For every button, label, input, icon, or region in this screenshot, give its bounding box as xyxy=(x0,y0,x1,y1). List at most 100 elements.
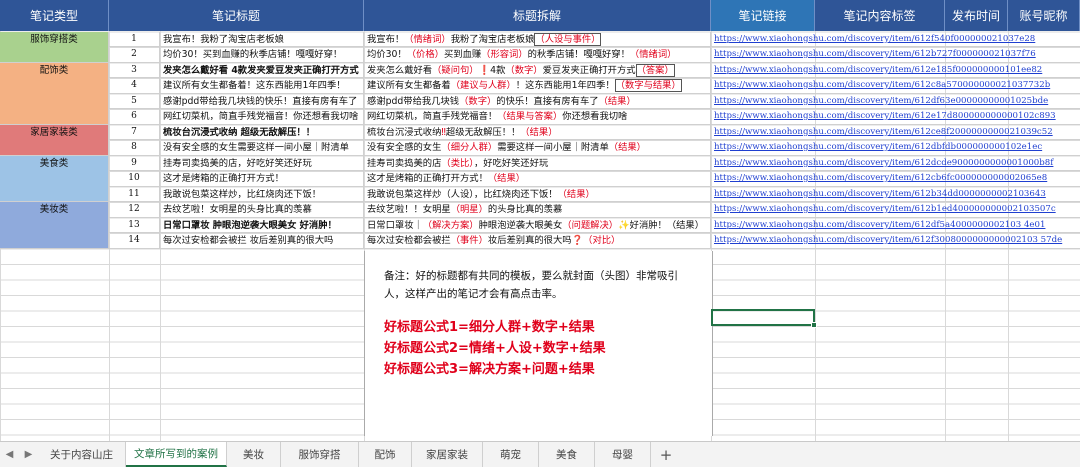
note-link[interactable]: https://www.xiaohongshu.com/discovery/it… xyxy=(711,125,1080,140)
note-title-cell[interactable]: 发夹怎么戴好看 4款发夹爱豆发夹正确打开方式 xyxy=(160,62,364,78)
note-link[interactable]: https://www.xiaohongshu.com/discovery/it… xyxy=(711,32,1080,47)
row-number[interactable]: 1 xyxy=(109,31,160,47)
note-link[interactable]: https://www.xiaohongshu.com/discovery/it… xyxy=(711,94,1080,109)
sheet-tab[interactable]: 萌宠 xyxy=(483,442,539,467)
breakdown-segment: 的秋季店铺！嘎嘎好穿！ xyxy=(527,49,630,60)
title-breakdown-cell[interactable]: 均价30！（价格）买到血赚（形容词）的秋季店铺！嘎嘎好穿！（情绪词） xyxy=(364,47,711,63)
note-title-cell[interactable]: 我宣布！我粉了淘宝店老板娘 xyxy=(160,31,364,47)
breakdown-segment: ❗ xyxy=(478,64,491,76)
row-number[interactable]: 10 xyxy=(109,171,160,187)
header-note-type: 笔记类型 xyxy=(0,0,109,31)
category-cell[interactable]: 美妆类 xyxy=(0,202,109,249)
active-cell-selection[interactable] xyxy=(711,309,817,328)
header-note-title: 笔记标题 xyxy=(109,0,364,31)
note-title-cell[interactable]: 我敢说包菜这样炒，比红烧肉还下饭！ xyxy=(160,186,364,202)
breakdown-segment: 感谢pdd带给我几块钱 xyxy=(367,95,460,107)
tab-scroll-left-icon[interactable]: ◀ xyxy=(0,442,19,467)
row-number[interactable]: 14 xyxy=(109,233,160,249)
header-title-breakdown: 标题拆解 xyxy=(364,0,711,31)
sheet-tab[interactable]: 美食 xyxy=(539,442,595,467)
row-number[interactable]: 12 xyxy=(109,202,160,218)
title-breakdown-cell[interactable]: 梳妆台沉浸式收纳‼超级无敌解压！！（结果） xyxy=(364,124,711,140)
category-cell[interactable]: 美食类 xyxy=(0,155,109,202)
breakdown-segment: 梳妆台沉浸式收纳 xyxy=(367,126,442,138)
breakdown-segment: （数字） xyxy=(459,95,497,107)
note-title-cell[interactable]: 挂寿司卖捣美的店，好吃好笑还好玩 xyxy=(160,155,364,171)
breakdown-segment: （结果） xyxy=(557,188,595,200)
title-breakdown-cell[interactable]: 感谢pdd带给我几块钱（数字）的快乐！直接有房有车了（结果） xyxy=(364,93,711,109)
breakdown-segment: 超级无敌解压！！ xyxy=(445,126,521,138)
breakdown-segment: （数字） xyxy=(505,64,543,76)
breakdown-segment: ，好吃好笑还好玩 xyxy=(473,157,549,169)
category-cell[interactable]: 家居家装类 xyxy=(0,124,109,156)
sheet-tab[interactable]: 文章所写到的案例 xyxy=(126,442,227,467)
row-number[interactable]: 4 xyxy=(109,78,160,94)
row-number[interactable]: 2 xyxy=(109,47,160,63)
breakdown-segment: 挂寿司卖捣美的店 xyxy=(367,157,442,169)
row-number[interactable]: 5 xyxy=(109,93,160,109)
breakdown-segment: 爱豆发夹正确打开方式 xyxy=(542,64,636,76)
note-link[interactable]: https://www.xiaohongshu.com/discovery/it… xyxy=(711,47,1080,63)
breakdown-segment: 我粉了淘宝店老板娘 xyxy=(450,33,535,45)
note-title-cell[interactable]: 每次过安检都会被拦 妆后差别真的很大吗 xyxy=(160,233,364,249)
tab-scroll-right-icon[interactable]: ▶ xyxy=(19,442,38,467)
note-title-cell[interactable]: 这才是烤箱的正确打开方式！ xyxy=(160,171,364,187)
title-breakdown-cell[interactable]: 发夹怎么戴好看（疑问句）❗4款（数字）爱豆发夹正确打开方式（答案） xyxy=(364,62,711,78)
note-title-cell[interactable]: 梳妆台沉浸式收纳 超级无敌解压！！ xyxy=(160,124,364,140)
title-breakdown-cell[interactable]: 日常口罩妆｜（解决方案）肿眼泡逆袭大眼美女（问题解决）✨好消肿！（结果） xyxy=(364,217,711,233)
note-title-cell[interactable]: 网红切菜机，简直手残党福音！你还想看我切啥 xyxy=(160,109,364,125)
breakdown-segment: （形容词） xyxy=(481,49,528,60)
title-breakdown-cell[interactable]: 没有安全感的女生（细分人群）需要这样一间小屋｜附清单（结果） xyxy=(364,140,711,156)
note-link[interactable]: https://www.xiaohongshu.com/discovery/it… xyxy=(711,187,1080,202)
note-link[interactable]: https://www.xiaohongshu.com/discovery/it… xyxy=(711,202,1080,218)
title-breakdown-cell[interactable]: 我宣布！（情绪词）我粉了淘宝店老板娘（人设与事件） xyxy=(364,31,711,47)
note-title-cell[interactable]: 感谢pdd带给我几块钱的快乐！直接有房有车了 xyxy=(160,93,364,109)
sheet-tab[interactable]: 关于内容山庄 xyxy=(38,442,126,467)
title-breakdown-cell[interactable]: 每次过安检都会被拦（事件）妆后差别真的很大吗❓（对比） xyxy=(364,233,711,249)
breakdown-segment: 肿眼泡逆袭大眼美女 xyxy=(478,219,563,231)
title-breakdown-cell[interactable]: 网红切菜机，简直手残党福音！（结果与答案）你还想看我切啥 xyxy=(364,109,711,125)
note-link[interactable]: https://www.xiaohongshu.com/discovery/it… xyxy=(711,156,1080,171)
note-link[interactable]: https://www.xiaohongshu.com/discovery/it… xyxy=(711,63,1080,78)
row-number[interactable]: 9 xyxy=(109,155,160,171)
breakdown-segment: 买到血赚 xyxy=(443,49,482,60)
breakdown-segment: 这才是烤箱的正确打开方式！ xyxy=(367,173,488,184)
note-link[interactable]: https://www.xiaohongshu.com/discovery/it… xyxy=(711,140,1080,156)
title-breakdown-cell[interactable]: 这才是烤箱的正确打开方式！（结果） xyxy=(364,171,711,187)
note-link[interactable]: https://www.xiaohongshu.com/discovery/it… xyxy=(711,78,1080,94)
breakdown-segment: 你还想看我切啥 xyxy=(562,111,628,122)
note-title-cell[interactable]: 建议所有女生都备着！这东西能用1年四季！ xyxy=(160,78,364,94)
row-number[interactable]: 3 xyxy=(109,62,160,78)
note-title-cell[interactable]: 没有安全感的女生需要这样一间小屋｜附清单 xyxy=(160,140,364,156)
remark-text: 备注：好的标题都有共同的模板，要么就封面（头图）非常吸引人，这样产出的笔记才会有… xyxy=(384,270,678,300)
sheet-tab[interactable]: 服饰穿搭 xyxy=(281,442,359,467)
title-breakdown-cell[interactable]: 挂寿司卖捣美的店（类比），好吃好笑还好玩 xyxy=(364,155,711,171)
category-cell[interactable]: 配饰类 xyxy=(0,62,109,125)
row-number[interactable]: 11 xyxy=(109,186,160,202)
spreadsheet-grid[interactable]: 笔记类型 笔记标题 标题拆解 笔记链接 笔记内容标签 发布时间 账号昵称 服饰穿… xyxy=(0,0,1080,441)
title-breakdown-cell[interactable]: 我敢说包菜这样炒（人设），比红烧肉还下饭！（结果） xyxy=(364,186,711,202)
title-breakdown-cell[interactable]: 去纹艺啦！！女明星（明星）的头身比真的羡慕 xyxy=(364,202,711,218)
row-number[interactable]: 7 xyxy=(109,124,160,140)
row-number[interactable]: 6 xyxy=(109,109,160,125)
fill-handle[interactable] xyxy=(811,322,817,328)
add-sheet-icon[interactable]: + xyxy=(651,442,681,467)
note-link[interactable]: https://www.xiaohongshu.com/discovery/it… xyxy=(711,233,1080,249)
note-link[interactable]: https://www.xiaohongshu.com/discovery/it… xyxy=(711,109,1080,125)
note-title-cell[interactable]: 日常口罩妆 肿眼泡逆袭大眼美女 好消肿！ xyxy=(160,217,364,233)
row-number[interactable]: 13 xyxy=(109,217,160,233)
category-cell[interactable]: 服饰穿搭类 xyxy=(0,31,109,63)
note-link[interactable]: https://www.xiaohongshu.com/discovery/it… xyxy=(711,218,1080,233)
sheet-tab[interactable]: 配饰 xyxy=(359,442,412,467)
sheet-tab[interactable]: 母婴 xyxy=(595,442,651,467)
sheet-tab[interactable]: 美妆 xyxy=(227,442,281,467)
note-title-cell[interactable]: 均价30！买到血赚的秋季店铺！嘎嘎好穿！ xyxy=(160,47,364,63)
row-number[interactable]: 8 xyxy=(109,140,160,156)
breakdown-segment: （情绪词） xyxy=(629,49,677,60)
note-link[interactable]: https://www.xiaohongshu.com/discovery/it… xyxy=(711,171,1080,187)
note-title-cell[interactable]: 去纹艺啦！女明星的头身比真的羡慕 xyxy=(160,202,364,218)
category-label: 服饰穿搭类 xyxy=(30,33,78,45)
title-breakdown-cell[interactable]: 建议所有女生都备着（建议与人群）！这东西能用1年四季！（数字与结果） xyxy=(364,78,711,94)
sheet-tab[interactable]: 家居家装 xyxy=(412,442,483,467)
breakdown-segment: （人设与事件） xyxy=(534,32,602,46)
